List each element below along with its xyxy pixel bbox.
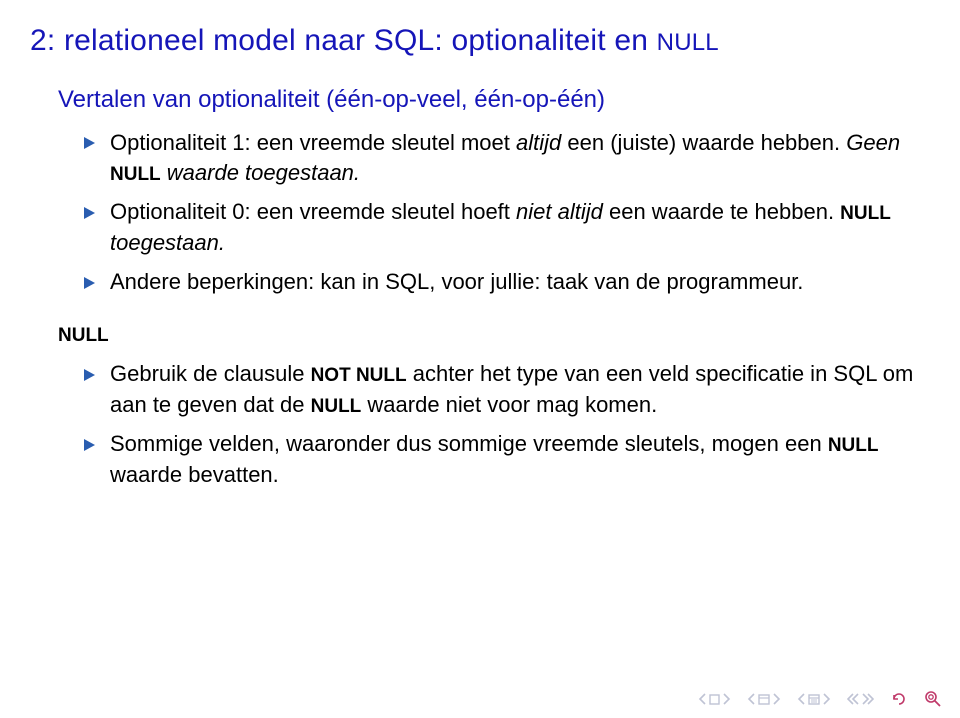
em-text: niet altijd — [516, 199, 603, 224]
em-text: toegestaan. — [110, 230, 225, 255]
slide-body: 2: relationeel model naar SQL: optionali… — [0, 0, 960, 491]
em-text: Geen — [846, 130, 900, 155]
list-item: Optionaliteit 1: een vreemde sleutel moe… — [84, 128, 930, 190]
list-item: Andere beperkingen: kan in SQL, voor jul… — [84, 267, 930, 298]
chevron-left-double-icon — [847, 693, 859, 705]
chevron-right-icon — [773, 693, 781, 705]
text: Sommige velden, waaronder dus sommige vr… — [110, 431, 828, 456]
text: Gebruik de clausule — [110, 361, 311, 386]
chevron-right-icon — [823, 693, 831, 705]
keyword-null: NULL — [311, 396, 362, 417]
keyword-null: NULL — [110, 164, 161, 185]
text: Optionaliteit 1: een vreemde sleutel moe… — [110, 130, 516, 155]
section-icon — [758, 694, 770, 705]
list-item: Sommige velden, waaronder dus sommige vr… — [84, 429, 930, 491]
nav-first-group[interactable] — [698, 693, 731, 705]
chevron-left-icon — [797, 693, 805, 705]
undo-icon[interactable] — [890, 692, 908, 706]
nav-prev-slide[interactable] — [797, 693, 831, 705]
chevron-left-icon — [747, 693, 755, 705]
keyword-null: NULL — [840, 203, 891, 224]
bullet-list-1: Optionaliteit 1: een vreemde sleutel moe… — [84, 128, 930, 298]
nav-back-forward[interactable] — [847, 693, 874, 705]
nav-footer — [698, 690, 942, 708]
text: Optionaliteit 0: een vreemde sleutel hoe… — [110, 199, 516, 224]
chevron-right-double-icon — [862, 693, 874, 705]
text: waarde bevatten. — [110, 462, 279, 487]
text: een waarde te hebben. — [603, 199, 840, 224]
slide-title: 2: relationeel model naar SQL: optionali… — [30, 22, 930, 60]
box-icon — [709, 694, 720, 705]
bullet-list-2: Gebruik de clausule NOT NULL achter het … — [84, 359, 930, 490]
keyword-null: NULL — [828, 435, 879, 456]
search-spiral-icon[interactable] — [924, 690, 942, 708]
text: Andere beperkingen: kan in SQL, voor jul… — [110, 269, 803, 294]
em-text: waarde toegestaan. — [161, 160, 360, 185]
title-null: NULL — [657, 29, 719, 56]
list-item: Gebruik de clausule NOT NULL achter het … — [84, 359, 930, 421]
title-text: 2: relationeel model naar SQL: optionali… — [30, 24, 657, 57]
nav-prev-section[interactable] — [747, 693, 781, 705]
text: een (juiste) waarde hebben. — [561, 130, 846, 155]
keyword-not-null: NOT NULL — [311, 365, 407, 386]
subheading: Vertalen van optionaliteit (één-op-veel,… — [58, 86, 930, 114]
slide-icon — [808, 694, 820, 705]
em-text: altijd — [516, 130, 561, 155]
chevron-right-icon — [723, 693, 731, 705]
text: waarde niet voor mag komen. — [361, 392, 657, 417]
list-item: Optionaliteit 0: een vreemde sleutel hoe… — [84, 197, 930, 259]
chevron-left-icon — [698, 693, 706, 705]
null-heading: NULL — [58, 325, 930, 347]
